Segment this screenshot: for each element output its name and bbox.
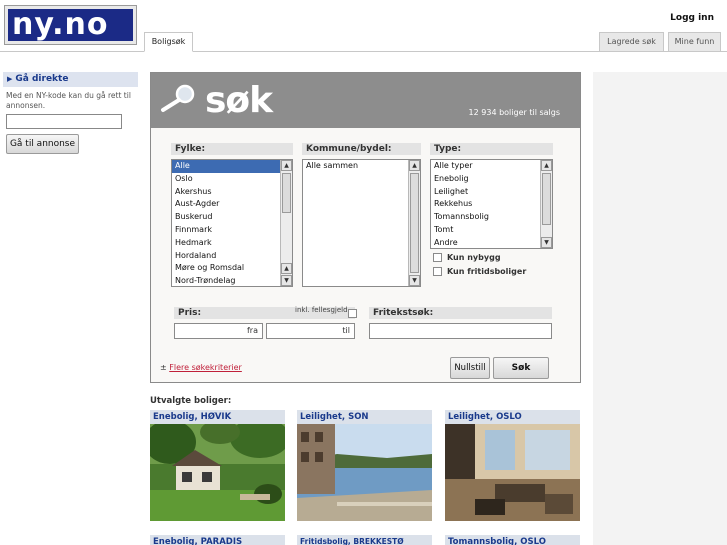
nybygg-checkbox[interactable]: [433, 253, 442, 262]
right-column: [593, 72, 727, 545]
type-option[interactable]: Alle typer: [431, 160, 552, 173]
lake-view-image: [297, 424, 432, 521]
type-option[interactable]: Enebolig: [431, 173, 552, 186]
fritid-checkbox[interactable]: [433, 267, 442, 276]
price-from-input[interactable]: fra: [174, 323, 263, 339]
scroll-up-icon[interactable]: ▲: [541, 160, 552, 171]
kommune-list[interactable]: Alle sammen ▲ ▼: [302, 159, 421, 287]
inkl-fellesgjeld-checkbox[interactable]: [348, 309, 357, 318]
featured-card-photo[interactable]: [297, 424, 432, 521]
featured-title: Utvalgte boliger:: [150, 396, 232, 406]
fylke-option[interactable]: Alle: [172, 160, 292, 173]
featured-card-label[interactable]: Tomannsbolig, OSLO: [445, 535, 580, 545]
tab-lagrede-sok[interactable]: Lagrede søk: [599, 32, 664, 52]
type-label: Type:: [430, 143, 553, 155]
type-option[interactable]: Rekkehus: [431, 198, 552, 211]
type-option[interactable]: Tomannsbolig: [431, 211, 552, 224]
scroll-down-icon[interactable]: ▼: [541, 237, 552, 248]
more-criteria: ± Flere søkekriterier: [160, 363, 242, 372]
kommune-scrollbar[interactable]: ▲ ▼: [408, 160, 420, 286]
direct-heading-label: Gå direkte: [15, 74, 69, 84]
featured-card-label[interactable]: Leilighet, SON: [297, 410, 432, 424]
nybygg-label: Kun nybygg: [447, 253, 501, 262]
logo-text: ny.no: [8, 9, 133, 41]
page: ny.no Logg inn Boligsøk Lagrede søk Mine…: [0, 0, 727, 545]
fylke-option[interactable]: Hedmark: [172, 237, 292, 250]
kommune-option[interactable]: Alle sammen: [303, 160, 420, 173]
fylke-option[interactable]: Nord-Trøndelag: [172, 275, 292, 286]
featured-card-label[interactable]: Fritidsbolig, BREKKESTØ: [297, 535, 432, 545]
direct-heading: ▶ Gå direkte: [3, 72, 138, 87]
site-logo[interactable]: ny.no: [4, 5, 137, 45]
search-panel: søk 12 934 boliger til salgs Fylke: Alle…: [150, 72, 581, 383]
featured-card-photo[interactable]: [445, 424, 580, 521]
kommune-label: Kommune/bydel:: [302, 143, 421, 155]
type-scrollbar[interactable]: ▲ ▼: [540, 160, 552, 248]
type-option[interactable]: Andre: [431, 237, 552, 248]
scroll-down-icon[interactable]: ▼: [281, 275, 292, 286]
fylke-option[interactable]: Buskerud: [172, 211, 292, 224]
scroll-thumb[interactable]: [282, 173, 291, 213]
type-option[interactable]: Leilighet: [431, 186, 552, 199]
scroll-up-icon[interactable]: ▲: [409, 160, 420, 171]
scroll-thumb[interactable]: [542, 173, 551, 225]
fylke-scrollbar[interactable]: ▲ ▲ ▼: [280, 160, 292, 286]
search-button[interactable]: Søk: [493, 357, 549, 379]
fritekst-label: Fritekstsøk:: [369, 307, 552, 319]
listing-count: 12 934 boliger til salgs: [468, 108, 560, 117]
house-garden-image: [150, 424, 285, 521]
scroll-up-icon[interactable]: ▲: [281, 263, 292, 274]
featured-card-photo[interactable]: [150, 424, 285, 521]
scroll-thumb[interactable]: [410, 173, 419, 273]
fylke-list[interactable]: Alle Oslo Akershus Aust-Agder Buskerud F…: [171, 159, 293, 287]
search-title: søk: [205, 80, 273, 121]
fritid-label: Kun fritidsboliger: [447, 267, 527, 276]
fylke-option[interactable]: Finnmark: [172, 224, 292, 237]
featured-card-label[interactable]: Enebolig, PARADIS: [150, 535, 285, 545]
fylke-label: Fylke:: [171, 143, 293, 155]
featured-card-label[interactable]: Leilighet, OSLO: [445, 410, 580, 424]
scroll-down-icon[interactable]: ▼: [409, 275, 420, 286]
goto-ad-button[interactable]: Gå til annonse: [6, 134, 79, 154]
login-link[interactable]: Logg inn: [670, 13, 714, 23]
more-criteria-link[interactable]: Flere søkekriterier: [169, 363, 242, 372]
type-list[interactable]: Alle typer Enebolig Leilighet Rekkehus T…: [430, 159, 553, 249]
arrow-right-icon: ▶: [7, 75, 13, 83]
fylke-option[interactable]: Møre og Romsdal: [172, 262, 292, 275]
tab-boligsok[interactable]: Boligsøk: [144, 32, 193, 52]
type-option[interactable]: Tomt: [431, 224, 552, 237]
fylke-option[interactable]: Aust-Agder: [172, 198, 292, 211]
tab-mine-funn[interactable]: Mine funn: [668, 32, 721, 52]
balcony-image: [445, 424, 580, 521]
ny-code-input[interactable]: [6, 114, 122, 129]
search-panel-header: søk 12 934 boliger til salgs: [151, 73, 580, 128]
reset-button[interactable]: Nullstill: [450, 357, 490, 379]
fylke-option[interactable]: Oslo: [172, 173, 292, 186]
scroll-up-icon[interactable]: ▲: [281, 160, 292, 171]
fylke-option[interactable]: Hordaland: [172, 250, 292, 263]
inkl-fellesgjeld-label: inkl. fellesgjeld: [295, 306, 348, 314]
featured-card-label[interactable]: Enebolig, HØVIK: [150, 410, 285, 424]
direct-description: Med en NY-kode kan du gå rett til annons…: [6, 91, 131, 110]
magnifier-icon: [161, 84, 195, 112]
price-to-input[interactable]: til: [266, 323, 355, 339]
fylke-option[interactable]: Akershus: [172, 186, 292, 199]
fritekst-input[interactable]: [369, 323, 552, 339]
